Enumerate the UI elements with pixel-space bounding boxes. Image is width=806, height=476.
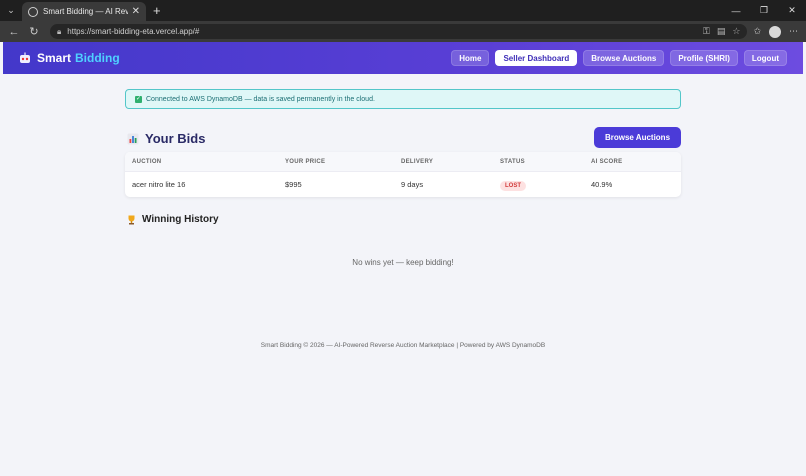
column-header-ai-score[interactable]: AI SCORE <box>591 159 622 165</box>
table-header: AUCTION YOUR PRICE DELIVERY STATUS AI SC… <box>125 152 681 172</box>
status-badge: LOST <box>500 181 526 191</box>
cell-status: LOST <box>500 180 526 191</box>
nav-home-button[interactable]: Home <box>451 50 490 66</box>
footer-text: Smart Bidding © 2026 — AI-Powered Revers… <box>260 342 546 349</box>
key-icon[interactable]: ⚿ <box>703 26 710 37</box>
lock-icon: 🔒︎ <box>57 26 62 36</box>
browse-auctions-button[interactable]: Browse Auctions <box>594 127 681 148</box>
url-text: https://smart-bidding-eta.vercel.app/# <box>67 27 200 36</box>
nav-browse-auctions-button[interactable]: Browse Auctions <box>583 50 665 66</box>
reload-icon[interactable]: ↻ <box>24 25 44 38</box>
reader-icon[interactable]: ▤ <box>717 26 726 37</box>
browser-profile-avatar[interactable] <box>769 25 781 38</box>
tab-title: Smart Bidding — AI Reverse Auctio <box>43 7 128 16</box>
bar-chart-icon <box>127 133 139 144</box>
column-header-price[interactable]: YOUR PRICE <box>285 159 325 165</box>
more-menu-icon[interactable]: ⋯ <box>789 26 798 37</box>
globe-icon <box>28 6 38 17</box>
empty-state-message: No wins yet — keep bidding! <box>352 258 454 267</box>
trophy-icon <box>128 215 135 224</box>
browser-tab-bar: ⌄ Smart Bidding — AI Reverse Auctio ✕ + … <box>0 0 806 21</box>
favorite-star-icon[interactable]: ☆ <box>732 26 740 37</box>
close-window-icon[interactable]: ✕ <box>778 0 806 21</box>
window-controls: — ❐ ✕ <box>722 0 806 21</box>
alert-text: Connected to AWS DynamoDB — data is save… <box>146 95 375 103</box>
check-icon: ✓ <box>135 95 142 103</box>
main-nav: Home Seller Dashboard Browse Auctions Pr… <box>451 50 787 66</box>
maximize-icon[interactable]: ❐ <box>750 0 778 21</box>
bids-table: AUCTION YOUR PRICE DELIVERY STATUS AI SC… <box>125 152 681 197</box>
browser-address-bar: ← ↻ 🔒︎ https://smart-bidding-eta.vercel.… <box>0 21 806 42</box>
logo-text-smart: Smart <box>37 51 72 65</box>
table-row[interactable]: acer nitro lite 16 $995 9 days LOST 40.9… <box>125 172 681 197</box>
column-header-auction[interactable]: AUCTION <box>132 159 161 165</box>
nav-logout-button[interactable]: Logout <box>743 50 787 66</box>
your-bids-heading: Your Bids <box>127 131 205 146</box>
new-tab-icon[interactable]: + <box>153 2 161 21</box>
close-tab-icon[interactable]: ✕ <box>132 6 140 17</box>
robot-icon <box>20 52 30 63</box>
column-header-delivery[interactable]: DELIVERY <box>401 159 433 165</box>
winning-history-title: Winning History <box>142 214 219 225</box>
cell-price: $995 <box>285 180 302 189</box>
favorites-bar-icon[interactable]: ✩ <box>753 26 761 37</box>
cell-ai-score: 40.9% <box>591 180 613 189</box>
minimize-icon[interactable]: — <box>722 0 750 21</box>
column-header-status[interactable]: STATUS <box>500 159 525 165</box>
your-bids-title: Your Bids <box>145 131 206 146</box>
logo-text-bidding: Bidding <box>75 51 120 65</box>
tab-list-menu-icon[interactable]: ⌄ <box>0 0 22 21</box>
back-icon[interactable]: ← <box>4 26 24 38</box>
nav-profile-button[interactable]: Profile (SHRI) <box>670 50 738 66</box>
winning-history-heading: Winning History <box>127 214 219 225</box>
db-status-alert: ✓ Connected to AWS DynamoDB — data is sa… <box>125 89 681 109</box>
main-content: ✓ Connected to AWS DynamoDB — data is sa… <box>0 74 806 476</box>
app-header: Smart Bidding Home Seller Dashboard Brow… <box>3 42 803 74</box>
cell-auction: acer nitro lite 16 <box>132 180 186 189</box>
cell-delivery: 9 days <box>401 180 424 189</box>
nav-seller-dashboard-button[interactable]: Seller Dashboard <box>495 50 578 66</box>
browser-tab[interactable]: Smart Bidding — AI Reverse Auctio ✕ <box>22 2 146 21</box>
url-field[interactable]: 🔒︎ https://smart-bidding-eta.vercel.app/… <box>50 24 748 39</box>
app-logo[interactable]: Smart Bidding <box>19 51 120 65</box>
